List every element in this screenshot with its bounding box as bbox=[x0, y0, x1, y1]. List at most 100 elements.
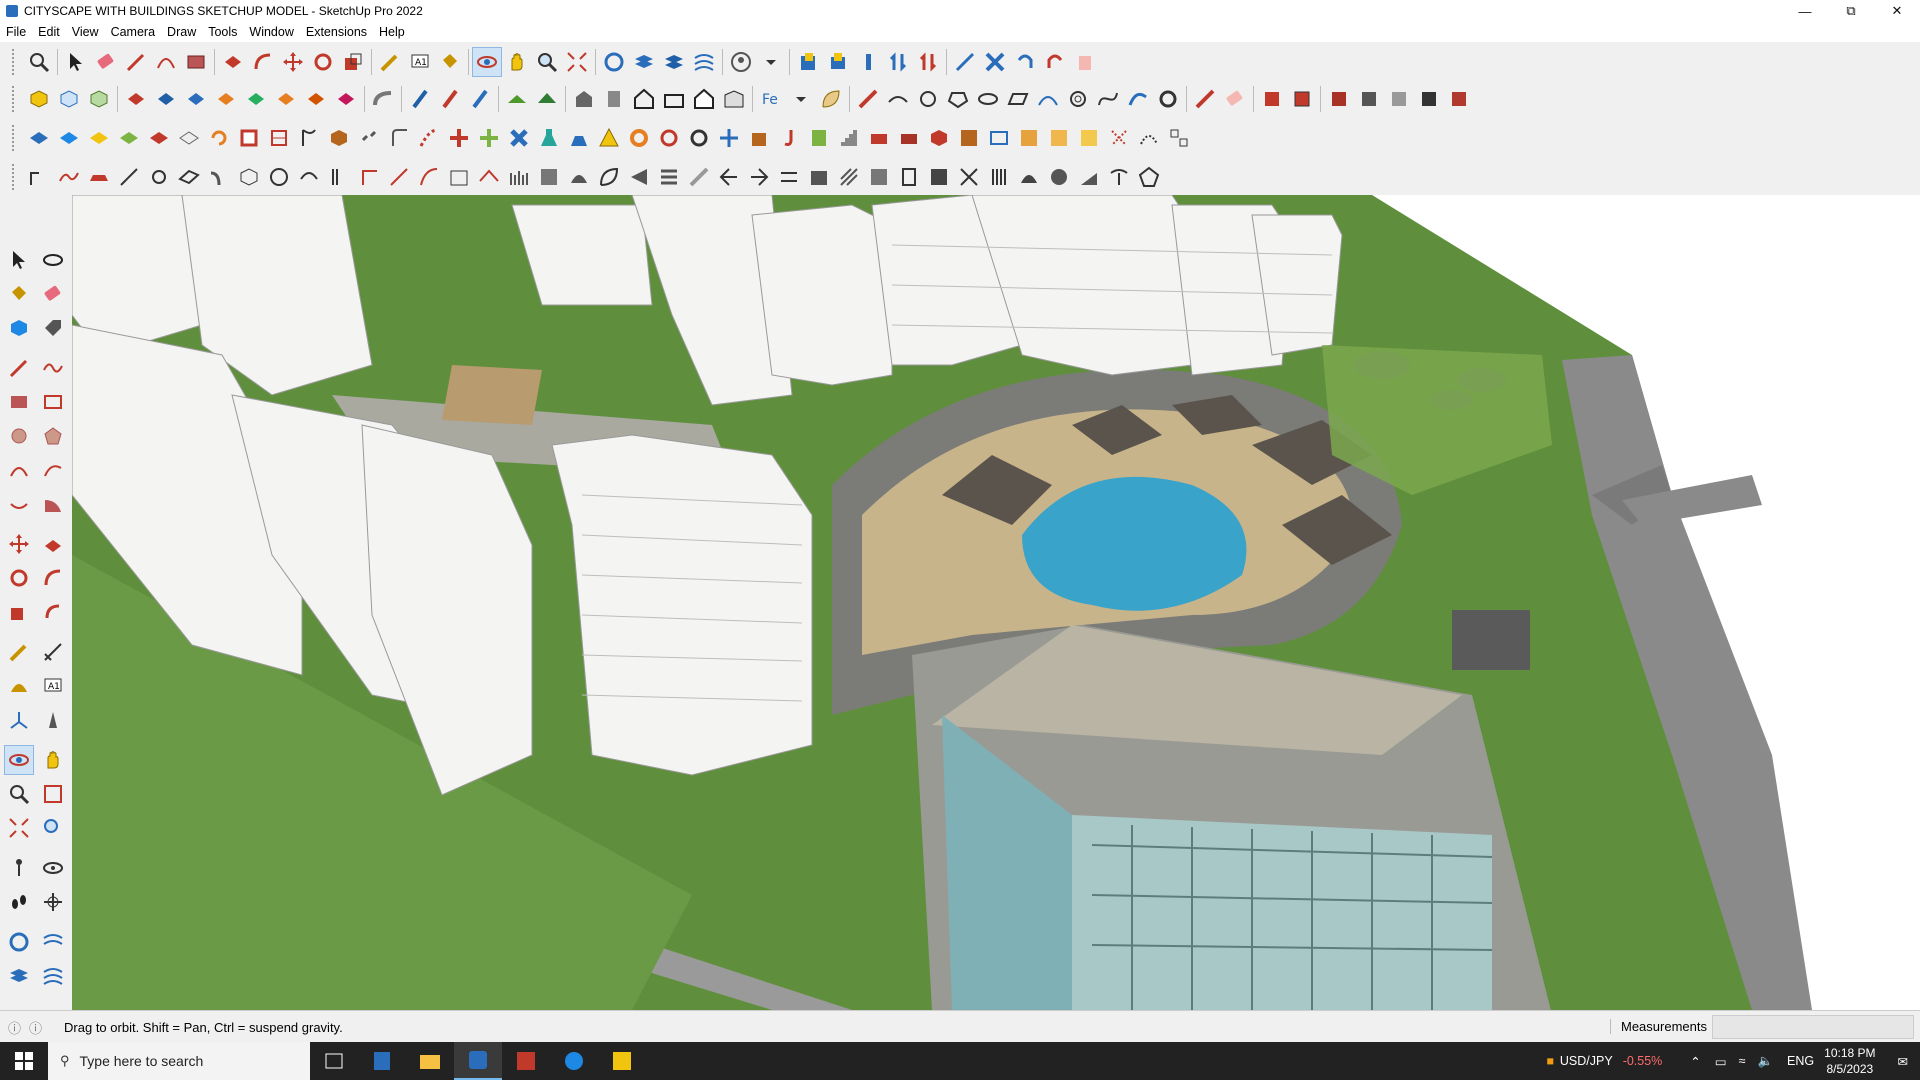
lasso-icon[interactable] bbox=[294, 162, 324, 192]
bend-icon[interactable] bbox=[204, 162, 234, 192]
hatch-icon[interactable] bbox=[534, 162, 564, 192]
box-wood-icon[interactable] bbox=[324, 123, 354, 153]
arc-outline-icon[interactable] bbox=[1033, 84, 1063, 114]
sandbox-icon[interactable] bbox=[38, 927, 68, 957]
offset-icon[interactable] bbox=[1153, 84, 1183, 114]
spline-icon[interactable] bbox=[54, 162, 84, 192]
paint-bucket-icon[interactable] bbox=[4, 279, 34, 309]
select-arrow-icon[interactable] bbox=[61, 47, 91, 77]
yellow-plane-icon[interactable] bbox=[84, 123, 114, 153]
tile-3-icon[interactable] bbox=[1074, 123, 1104, 153]
cross-green-icon[interactable] bbox=[474, 123, 504, 153]
task-view-icon[interactable] bbox=[310, 1042, 358, 1080]
taskbar-search[interactable]: ⚲ Type here to search bbox=[48, 1042, 310, 1080]
menu-extensions[interactable]: Extensions bbox=[300, 25, 373, 39]
fence-icon[interactable] bbox=[804, 123, 834, 153]
xray-box-icon[interactable] bbox=[24, 84, 54, 114]
section-plane-icon[interactable] bbox=[4, 927, 34, 957]
paint-brush-icon[interactable] bbox=[1257, 84, 1287, 114]
fountain-icon[interactable] bbox=[564, 123, 594, 153]
stairs-icon[interactable] bbox=[834, 123, 864, 153]
circle-outline-icon[interactable] bbox=[913, 84, 943, 114]
start-button[interactable] bbox=[0, 1042, 48, 1080]
wire-box-icon[interactable] bbox=[234, 162, 264, 192]
slash-icon[interactable] bbox=[684, 162, 714, 192]
scale-icon[interactable] bbox=[338, 47, 368, 77]
building-2-icon[interactable] bbox=[599, 84, 629, 114]
dimension-icon[interactable] bbox=[950, 47, 980, 77]
link-icon[interactable] bbox=[354, 123, 384, 153]
sphere-grid-icon[interactable] bbox=[1044, 162, 1074, 192]
select-icon[interactable] bbox=[4, 245, 34, 275]
box-open-icon[interactable] bbox=[744, 123, 774, 153]
wireframe-box-icon[interactable] bbox=[54, 84, 84, 114]
font-tool-icon[interactable]: Fe bbox=[756, 84, 786, 114]
view-top-icon[interactable] bbox=[181, 84, 211, 114]
edge-style-3-icon[interactable] bbox=[465, 84, 495, 114]
component-2-icon[interactable] bbox=[1354, 84, 1384, 114]
ring-red-icon[interactable] bbox=[654, 123, 684, 153]
account-icon[interactable] bbox=[726, 47, 756, 77]
push-pull-icon[interactable] bbox=[38, 529, 68, 559]
move-icon[interactable] bbox=[4, 529, 34, 559]
scale-icon[interactable] bbox=[4, 597, 34, 627]
freehand-icon[interactable] bbox=[1123, 84, 1153, 114]
view-bottom-icon[interactable] bbox=[331, 84, 361, 114]
louver-icon[interactable] bbox=[984, 162, 1014, 192]
layers-icon[interactable] bbox=[629, 47, 659, 77]
hook-icon[interactable] bbox=[774, 123, 804, 153]
edge-style-1-icon[interactable] bbox=[405, 84, 435, 114]
pattern-icon[interactable] bbox=[954, 123, 984, 153]
text-tool-icon[interactable]: A1 bbox=[405, 47, 435, 77]
view-left-icon[interactable] bbox=[301, 84, 331, 114]
protractor-icon[interactable] bbox=[4, 671, 34, 701]
solid-union-icon[interactable] bbox=[121, 84, 151, 114]
panel-icon[interactable] bbox=[864, 162, 894, 192]
eraser-icon[interactable] bbox=[38, 279, 68, 309]
crosshatch-icon[interactable] bbox=[954, 162, 984, 192]
dimension-icon[interactable] bbox=[38, 637, 68, 667]
text-tool-icon[interactable]: A1 bbox=[38, 671, 68, 701]
curve-red-icon[interactable] bbox=[414, 162, 444, 192]
red-square-icon[interactable] bbox=[234, 123, 264, 153]
section-plane-icon[interactable] bbox=[599, 47, 629, 77]
menu-draw[interactable]: Draw bbox=[161, 25, 202, 39]
cyan-plane-icon[interactable] bbox=[54, 123, 84, 153]
flask-icon[interactable] bbox=[534, 123, 564, 153]
dots-icon[interactable] bbox=[1104, 123, 1134, 153]
red-plane-icon[interactable] bbox=[144, 123, 174, 153]
zoom-icon[interactable] bbox=[4, 779, 34, 809]
rotate-orange-icon[interactable] bbox=[204, 123, 234, 153]
cross-red-icon[interactable] bbox=[444, 123, 474, 153]
wing-icon[interactable] bbox=[174, 162, 204, 192]
section-icon[interactable] bbox=[38, 887, 68, 917]
dotted-path-icon[interactable] bbox=[414, 123, 444, 153]
share-model-icon[interactable] bbox=[823, 47, 853, 77]
sun-icon[interactable] bbox=[144, 162, 174, 192]
walk-icon[interactable] bbox=[4, 887, 34, 917]
wifi-icon[interactable]: ≈ bbox=[1739, 1054, 1746, 1068]
measure-line-icon[interactable] bbox=[384, 162, 414, 192]
eraser-icon[interactable] bbox=[91, 47, 121, 77]
menu-camera[interactable]: Camera bbox=[105, 25, 161, 39]
zoom-icon[interactable] bbox=[532, 47, 562, 77]
white-plane-icon[interactable] bbox=[174, 123, 204, 153]
polygon-icon[interactable] bbox=[38, 421, 68, 451]
furniture-icon[interactable] bbox=[864, 123, 894, 153]
push-pull-icon[interactable] bbox=[218, 47, 248, 77]
bezier-icon[interactable] bbox=[1093, 84, 1123, 114]
polygon-outline-icon[interactable] bbox=[943, 84, 973, 114]
warning-triangle-icon[interactable] bbox=[594, 123, 624, 153]
measurements-input[interactable] bbox=[1712, 1015, 1914, 1039]
split-3-icon[interactable] bbox=[774, 162, 804, 192]
layers-icon[interactable] bbox=[4, 961, 34, 991]
sketchup-taskbar-icon[interactable] bbox=[454, 1042, 502, 1080]
notifications-icon[interactable]: ✉ bbox=[1898, 1054, 1908, 1069]
ellipse-outline-icon[interactable] bbox=[973, 84, 1003, 114]
toolbar-grip[interactable] bbox=[12, 125, 20, 151]
leaf-icon[interactable] bbox=[816, 84, 846, 114]
tape-measure-icon[interactable] bbox=[375, 47, 405, 77]
component-1-icon[interactable] bbox=[1324, 84, 1354, 114]
curve-1-icon[interactable] bbox=[883, 84, 913, 114]
restore-button[interactable]: ⧉ bbox=[1828, 0, 1874, 22]
